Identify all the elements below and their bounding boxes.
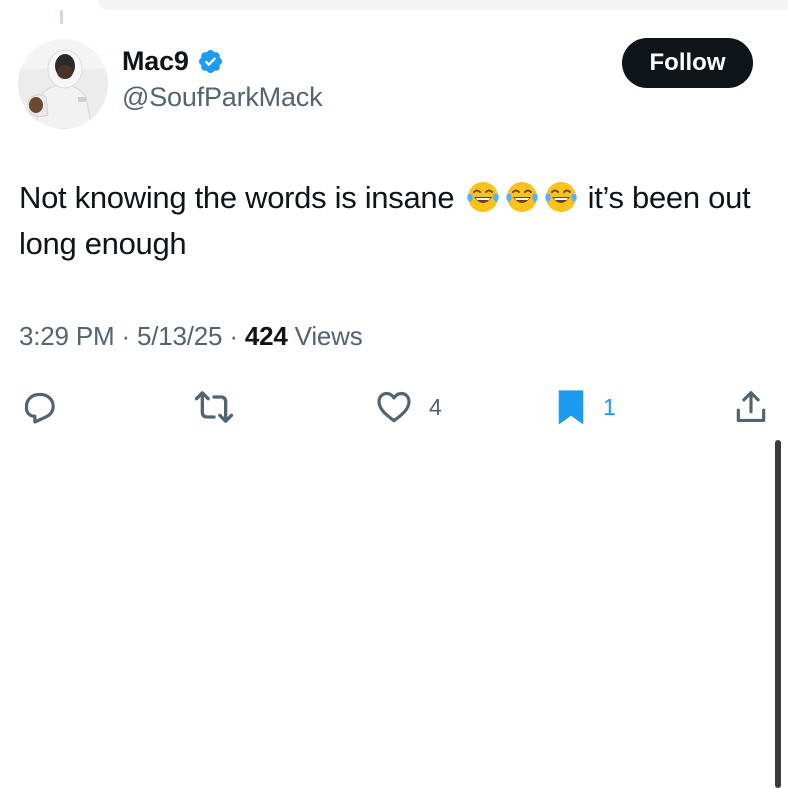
- reply-icon: [24, 392, 55, 424]
- tweet-text: Not knowing the words is insane it’s bee…: [19, 175, 759, 267]
- reply-button[interactable]: [19, 385, 59, 429]
- emoji-group: [465, 175, 582, 221]
- tweet-meta: 3:29 PM · 5/13/25 · 424 Views: [19, 321, 363, 352]
- retweet-button[interactable]: [192, 385, 236, 429]
- retweet-icon: [194, 391, 234, 423]
- author-name-row: Mac9: [122, 44, 224, 78]
- tweet-text-before: Not knowing the words is insane: [19, 180, 455, 215]
- views-count: 424: [244, 321, 288, 351]
- follow-button[interactable]: Follow: [622, 38, 753, 88]
- action-bar: 4 1: [0, 385, 788, 429]
- tears-of-joy-emoji-icon: [505, 182, 538, 212]
- bookmark-button[interactable]: 1: [553, 385, 616, 429]
- share-button[interactable]: [732, 385, 770, 429]
- avatar[interactable]: [18, 39, 108, 129]
- meta-separator: ·: [121, 321, 130, 351]
- share-icon: [736, 391, 766, 423]
- tears-of-joy-emoji-icon: [544, 182, 577, 212]
- author-handle[interactable]: @SoufParkMack: [122, 82, 323, 113]
- like-button[interactable]: 4: [373, 385, 442, 429]
- like-count: 4: [429, 393, 442, 420]
- tweet-time[interactable]: 3:29 PM: [19, 321, 115, 351]
- tears-of-joy-emoji-icon: [466, 182, 499, 212]
- tweet-date[interactable]: 5/13/25: [137, 321, 223, 351]
- scrollbar[interactable]: [775, 440, 781, 788]
- meta-separator: ·: [229, 321, 238, 351]
- bookmark-count: 1: [603, 393, 616, 420]
- author-display-name[interactable]: Mac9: [122, 46, 189, 77]
- bookmark-icon: [558, 390, 584, 425]
- thread-connector: [60, 10, 63, 24]
- views-label: Views: [294, 321, 363, 351]
- verified-badge-icon: [198, 49, 222, 73]
- heart-icon: [377, 391, 411, 423]
- top-bar: [98, 0, 788, 10]
